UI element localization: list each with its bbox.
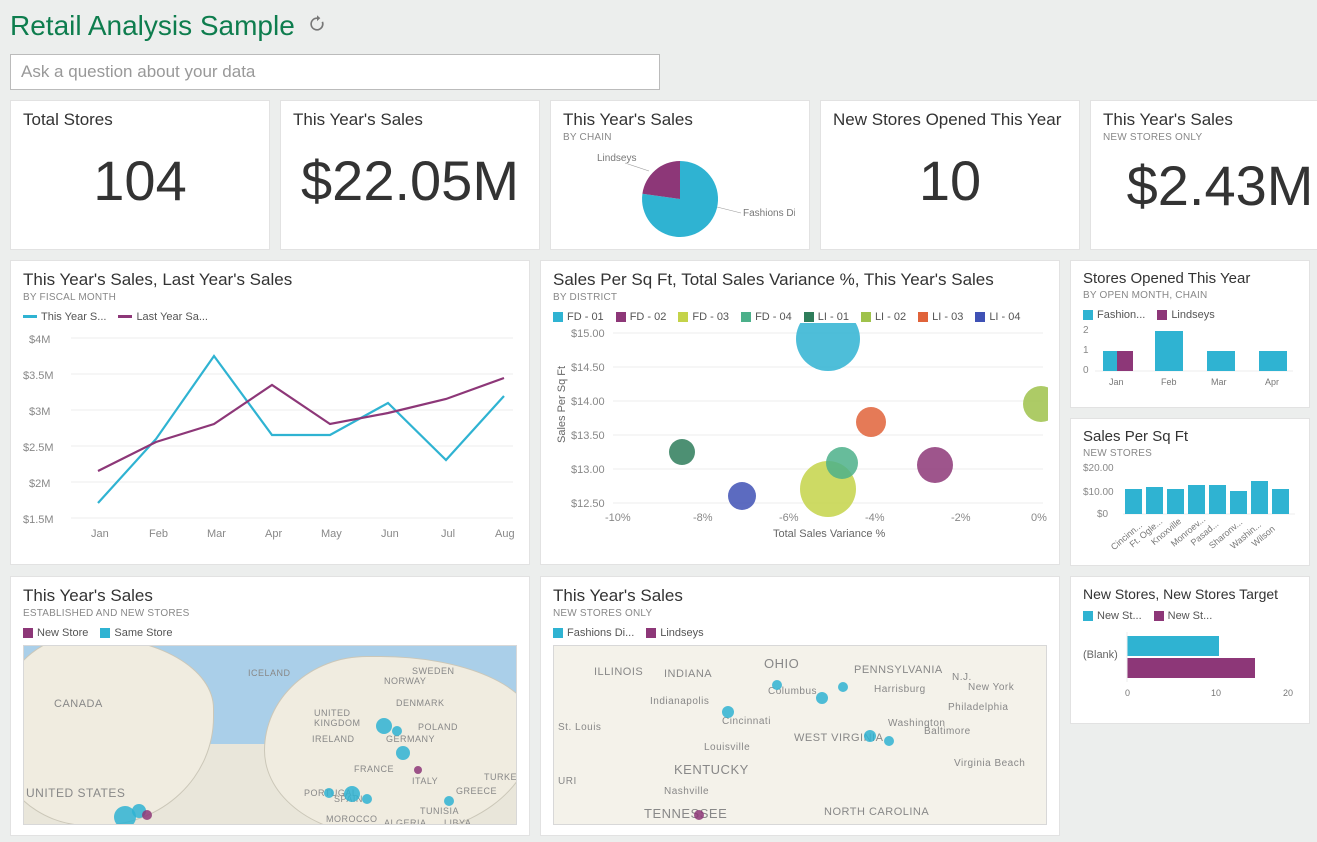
tile-new-stores-target[interactable]: New Stores, New Stores Target New St... … xyxy=(1070,576,1310,724)
svg-text:-6%: -6% xyxy=(779,512,799,524)
chart-legend: FD - 01 FD - 02 FD - 03 FD - 04 LI - 01 … xyxy=(553,311,1047,323)
tile-sales-sqft[interactable]: Sales Per Sq Ft NEW STORES $20.00 $10.00… xyxy=(1070,418,1310,566)
svg-text:0%: 0% xyxy=(1031,512,1047,524)
card-value: $22.05M xyxy=(293,148,527,213)
chart-legend: Fashion... Lindseys xyxy=(1083,309,1297,321)
svg-text:Apr: Apr xyxy=(1265,377,1279,387)
card-ty-sales[interactable]: This Year's Sales $22.05M xyxy=(280,100,540,250)
svg-text:2: 2 xyxy=(1083,325,1089,336)
svg-text:-10%: -10% xyxy=(605,512,631,524)
chart-subtitle: NEW STORES ONLY xyxy=(553,608,1047,619)
chart-title: Sales Per Sq Ft xyxy=(1083,429,1297,446)
svg-text:$15.00: $15.00 xyxy=(571,328,605,340)
card-title: New Stores Opened This Year xyxy=(833,111,1067,130)
svg-text:$12.50: $12.50 xyxy=(571,498,605,510)
svg-text:$14.00: $14.00 xyxy=(571,396,605,408)
map-canvas[interactable]: CANADA UNITED STATES ICELAND UNITEDKINGD… xyxy=(23,645,517,825)
bar-chart: 2 1 0 xyxy=(1083,321,1298,393)
svg-text:$2M: $2M xyxy=(29,478,50,490)
card-ty-sales-by-chain[interactable]: This Year's Sales BY CHAIN Lindseys Fash… xyxy=(550,100,810,250)
card-ty-sales-new-stores[interactable]: This Year's Sales NEW STORES ONLY $2.43M xyxy=(1090,100,1317,250)
chart-subtitle: NEW STORES xyxy=(1083,448,1297,459)
chart-title: Sales Per Sq Ft, Total Sales Variance %,… xyxy=(553,271,1047,290)
qna-search[interactable] xyxy=(10,54,660,90)
card-new-stores[interactable]: New Stores Opened This Year 10 xyxy=(820,100,1080,250)
pie-label-lindseys: Lindseys xyxy=(597,153,636,164)
card-value: $2.43M xyxy=(1103,153,1317,218)
chart-title: This Year's Sales, Last Year's Sales xyxy=(23,271,517,290)
chart-legend: This Year S... Last Year Sa... xyxy=(23,311,517,323)
svg-text:1: 1 xyxy=(1083,345,1089,356)
svg-text:10: 10 xyxy=(1211,688,1221,698)
card-title: This Year's Sales xyxy=(563,111,797,130)
svg-text:$1.5M: $1.5M xyxy=(23,514,54,526)
chart-subtitle: BY FISCAL MONTH xyxy=(23,292,517,303)
svg-text:Mar: Mar xyxy=(1211,377,1227,387)
svg-text:$14.50: $14.50 xyxy=(571,362,605,374)
svg-text:May: May xyxy=(321,528,342,540)
svg-text:Jan: Jan xyxy=(1109,377,1124,387)
svg-text:0: 0 xyxy=(1083,365,1089,376)
chart-title: This Year's Sales xyxy=(23,587,517,606)
svg-text:$13.00: $13.00 xyxy=(571,464,605,476)
svg-text:Feb: Feb xyxy=(149,528,168,540)
svg-text:Jul: Jul xyxy=(441,528,455,540)
card-total-stores[interactable]: Total Stores 104 xyxy=(10,100,270,250)
tile-scatter[interactable]: Sales Per Sq Ft, Total Sales Variance %,… xyxy=(540,260,1060,565)
map-canvas[interactable]: ILLINOIS INDIANA OHIO PENNSYLVANIA N.J. … xyxy=(553,645,1047,825)
chart-subtitle: ESTABLISHED AND NEW STORES xyxy=(23,608,517,619)
svg-text:$20.00: $20.00 xyxy=(1083,463,1114,474)
card-subtitle: BY CHAIN xyxy=(563,132,797,143)
card-title: Total Stores xyxy=(23,111,257,130)
svg-text:$4M: $4M xyxy=(29,334,50,346)
card-value: 10 xyxy=(833,148,1067,213)
svg-text:$2.5M: $2.5M xyxy=(23,442,54,454)
bar-chart: $20.00 $10.00 $0 Cin xyxy=(1083,459,1298,559)
svg-text:$3.5M: $3.5M xyxy=(23,370,54,382)
svg-text:Apr: Apr xyxy=(265,528,282,540)
svg-text:20: 20 xyxy=(1283,688,1293,698)
pie-label-fashions: Fashions Direct xyxy=(743,208,795,219)
refresh-icon[interactable] xyxy=(307,14,327,39)
svg-text:$3M: $3M xyxy=(29,406,50,418)
chart-subtitle: BY DISTRICT xyxy=(553,292,1047,303)
svg-text:Aug: Aug xyxy=(495,528,515,540)
svg-text:Sales Per Sq Ft: Sales Per Sq Ft xyxy=(556,366,568,443)
scatter-chart: $15.00 $14.50 $14.00 $13.50 $13.00 $12.5… xyxy=(553,323,1048,543)
svg-text:(Blank): (Blank) xyxy=(1083,649,1118,661)
chart-title: Stores Opened This Year xyxy=(1083,271,1297,288)
qna-input[interactable] xyxy=(10,54,660,90)
svg-text:Feb: Feb xyxy=(1161,377,1177,387)
tile-map-us[interactable]: This Year's Sales NEW STORES ONLY Fashio… xyxy=(540,576,1060,836)
chart-legend: New St... New St... xyxy=(1083,610,1297,622)
chart-legend: New Store Same Store xyxy=(23,627,517,639)
svg-text:$13.50: $13.50 xyxy=(571,430,605,442)
svg-text:$10.00: $10.00 xyxy=(1083,487,1114,498)
svg-text:Total Sales Variance %: Total Sales Variance % xyxy=(773,528,886,540)
svg-text:$0: $0 xyxy=(1097,509,1109,520)
pie-chart: Lindseys Fashions Direct xyxy=(563,149,797,244)
svg-text:Mar: Mar xyxy=(207,528,226,540)
svg-text:-4%: -4% xyxy=(865,512,885,524)
card-title: This Year's Sales xyxy=(293,111,527,130)
card-value: 104 xyxy=(23,148,257,213)
hbar-chart: (Blank) 0 10 20 xyxy=(1083,622,1298,708)
line-chart: $4M $3.5M $3M $2.5M $2M $1.5M Jan Feb Ma… xyxy=(23,323,518,548)
chart-legend: Fashions Di... Lindseys xyxy=(553,627,1047,639)
page-title: Retail Analysis Sample xyxy=(10,10,295,42)
card-subtitle: NEW STORES ONLY xyxy=(1103,132,1317,143)
chart-title: New Stores, New Stores Target xyxy=(1083,587,1297,602)
tile-stores-opened[interactable]: Stores Opened This Year BY OPEN MONTH, C… xyxy=(1070,260,1310,408)
svg-text:-8%: -8% xyxy=(693,512,713,524)
svg-text:-2%: -2% xyxy=(951,512,971,524)
svg-text:0: 0 xyxy=(1125,688,1130,698)
svg-text:Jun: Jun xyxy=(381,528,399,540)
chart-title: This Year's Sales xyxy=(553,587,1047,606)
tile-map-world[interactable]: This Year's Sales ESTABLISHED AND NEW ST… xyxy=(10,576,530,836)
card-title: This Year's Sales xyxy=(1103,111,1317,130)
svg-text:Jan: Jan xyxy=(91,528,109,540)
tile-line-chart[interactable]: This Year's Sales, Last Year's Sales BY … xyxy=(10,260,530,565)
chart-subtitle: BY OPEN MONTH, CHAIN xyxy=(1083,290,1297,301)
